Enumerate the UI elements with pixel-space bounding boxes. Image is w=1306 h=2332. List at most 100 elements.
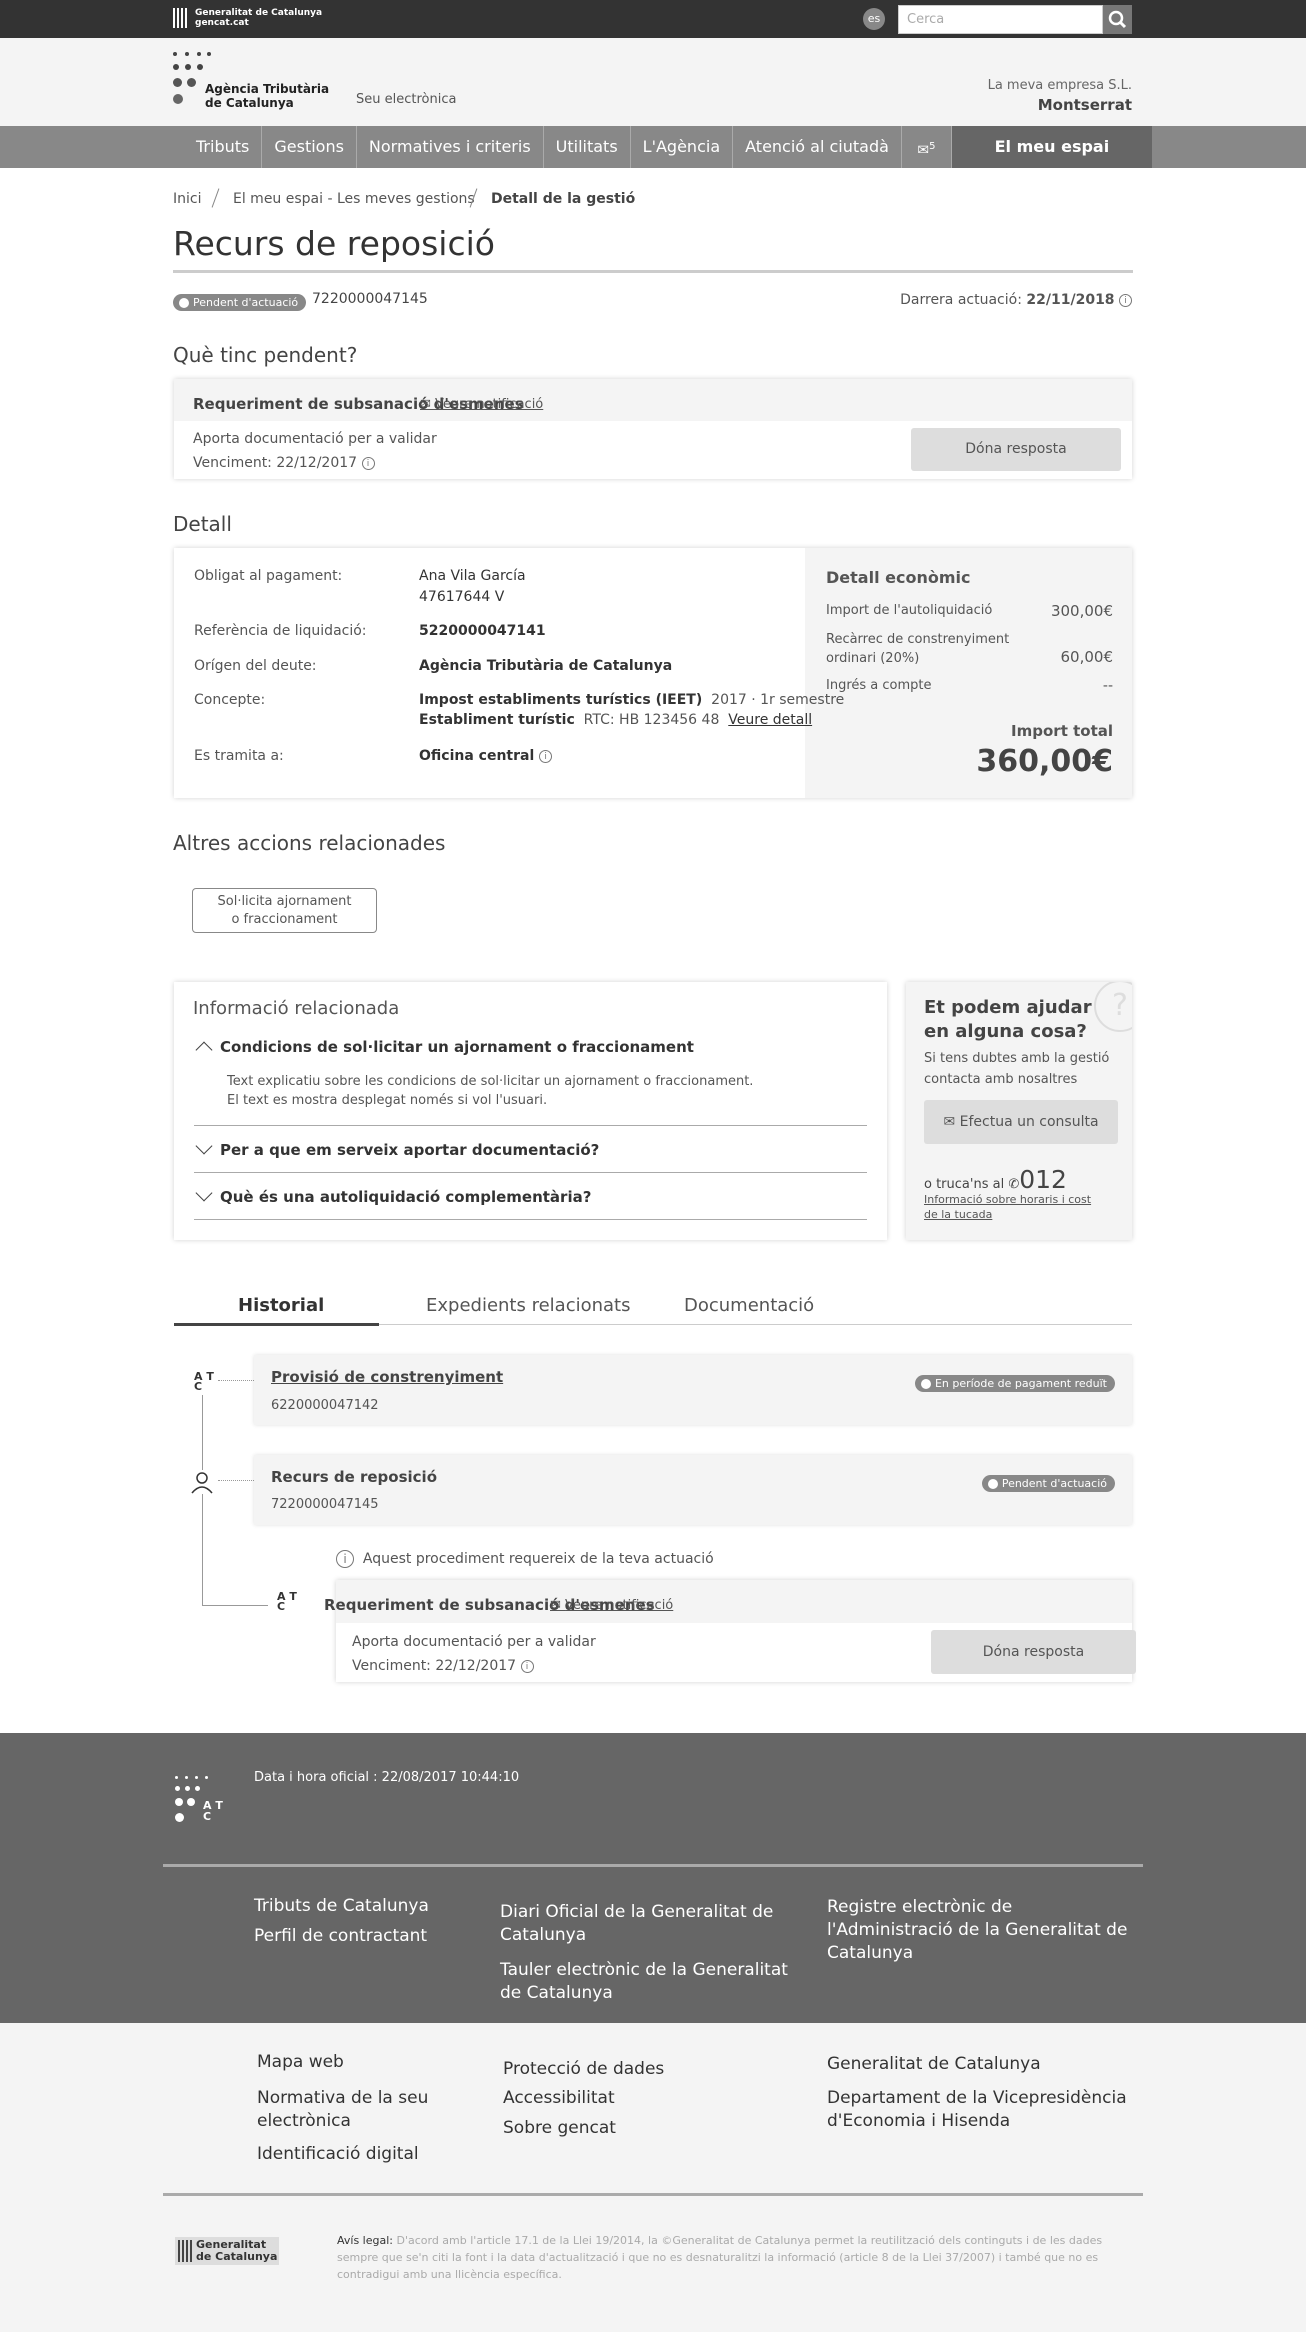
sub-card: Requeriment de subsanació d'esmenes ✉ Ve… — [324, 1580, 1136, 1682]
phone-icon: ✆ — [1008, 1177, 1020, 1192]
gencat-logo[interactable]: Generalitat de Catalunya gencat.cat — [173, 8, 322, 28]
detail-label: Es tramita a: — [194, 748, 284, 764]
accordion-item[interactable]: Per a que em serveix aportar documentaci… — [195, 1137, 599, 1159]
accordion-item[interactable]: Què és una autoliquidació complementària… — [195, 1184, 591, 1206]
econ-label: Recàrrec de constrenyiment ordinari (20%… — [826, 632, 1010, 666]
nav-utilitats[interactable]: Utilitats — [544, 126, 631, 168]
footer-link[interactable]: Protecció de dades — [503, 2058, 664, 2081]
econ-value: 60,00€ — [1060, 648, 1114, 666]
footer-secondary: Mapa web Normativa de la seu electrònica… — [0, 2023, 1306, 2332]
timeline-title: Recurs de reposició — [271, 1468, 437, 1486]
tab-documentacio[interactable]: Documentació — [684, 1295, 814, 1316]
footer-link[interactable]: Diari Oficial de la Generalitat de Catal… — [500, 1901, 800, 1947]
gencat-footer-logo[interactable]: Generalitat de Catalunya — [175, 2237, 279, 2265]
nav-agencia[interactable]: L'Agència — [631, 126, 734, 168]
timeline-card: Provisió de constrenyiment 6220000047142… — [254, 1355, 1132, 1425]
phone-number[interactable]: 012 — [1019, 1165, 1067, 1194]
footer-link[interactable]: Accessibilitat — [503, 2087, 615, 2110]
accordion-item-open[interactable]: Condicions de sol·licitar un ajornament … — [195, 1038, 694, 1059]
nav-gestions[interactable]: Gestions — [262, 126, 357, 168]
footer-link[interactable]: Registre electrònic de l'Administració d… — [827, 1896, 1137, 1965]
atc-icon: A TC — [194, 1370, 214, 1393]
gencat-bars-icon — [178, 2240, 192, 2262]
econ-value: 300,00€ — [1050, 602, 1113, 620]
view-notification-link[interactable]: ✉ Veure notificació — [550, 1598, 673, 1613]
footer-link[interactable]: Tributs de Catalunya — [254, 1895, 429, 1918]
info-icon[interactable]: i — [1119, 293, 1132, 307]
search-button[interactable] — [1103, 5, 1132, 34]
status-badge: Pendent d'actuació — [173, 291, 307, 311]
sub-desc: Aporta documentació per a validar — [352, 1634, 596, 1650]
total-label: Import total — [1011, 722, 1113, 740]
chevron-up-icon — [195, 1041, 213, 1059]
footer-link[interactable]: Perfil de contractant — [254, 1925, 427, 1948]
footer-link[interactable]: Identificació digital — [257, 2143, 419, 2166]
consult-button[interactable]: ✉ Efectua un consulta — [924, 1100, 1118, 1144]
footer-link[interactable]: Sobre gencat — [503, 2117, 616, 2140]
info-icon[interactable]: i — [361, 456, 375, 470]
detail-value: Ana Vila García — [419, 568, 526, 584]
tab-expedients[interactable]: Expedients relacionats — [426, 1295, 631, 1316]
el-meu-espai-button[interactable]: El meu espai — [951, 126, 1152, 168]
actions-heading: Altres accions relacionades — [173, 831, 446, 855]
pending-due: Venciment: 22/12/2017 i — [193, 455, 375, 471]
tab-historial[interactable]: Historial — [238, 1295, 324, 1316]
view-detail-link[interactable]: Veure detall — [728, 712, 812, 728]
request-deferral-button[interactable]: Sol·licita ajornament o fraccionament — [192, 888, 377, 933]
status-badge: Pendent d'actuació — [981, 1472, 1115, 1492]
breadcrumb-meu-espai[interactable]: El meu espai - Les meves gestions — [233, 191, 475, 207]
mail-icon: ✉ — [917, 142, 930, 159]
legal-notice: Avís legal: D'acord amb l'article 17.1 d… — [337, 2234, 1103, 2281]
footer-link[interactable]: Normativa de la seu electrònica — [257, 2087, 457, 2133]
breadcrumb-inici[interactable]: Inici — [173, 191, 201, 207]
pending-card: Requeriment de subsanació d'esmenes ✉ Ve… — [174, 379, 1132, 479]
seu-label: Seu electrònica — [356, 92, 457, 107]
call-text: o truca'ns al ✆012 — [924, 1165, 1067, 1194]
respond-button[interactable]: Dóna resposta — [931, 1630, 1136, 1674]
mail-count: 5 — [929, 141, 936, 152]
chevron-down-icon — [195, 1137, 213, 1155]
search-icon — [1108, 10, 1127, 29]
timeline-card: Recurs de reposició 7220000047145 Penden… — [254, 1455, 1132, 1525]
top-bar: Generalitat de Catalunya gencat.cat es Ce… — [0, 0, 1306, 38]
nav-tributs[interactable]: Tributs — [173, 126, 263, 168]
footer-link[interactable]: Departament de la Vicepresidència d'Econ… — [827, 2087, 1137, 2133]
info-icon[interactable]: i — [539, 749, 553, 763]
help-text: Si tens dubtes amb la gestió contacta amb… — [924, 1051, 1110, 1087]
schedule-link[interactable]: Informació sobre horaris i cost de la tuc… — [924, 1192, 1091, 1222]
search-input[interactable]: Cerca — [898, 5, 1103, 34]
atc-logo-icon[interactable] — [173, 52, 211, 108]
info-icon[interactable]: i — [520, 1659, 534, 1673]
footer-main: A TC Data i hora oficial : 22/08/2017 10… — [0, 1733, 1306, 2023]
language-switch[interactable]: es — [863, 8, 885, 30]
respond-button[interactable]: Dóna resposta — [911, 428, 1121, 471]
chevron-down-icon — [195, 1184, 213, 1202]
view-notification-link[interactable]: ✉ Veure notificació — [420, 397, 543, 412]
status-badge: En període de pagament reduït — [914, 1372, 1115, 1392]
nav-normatives[interactable]: Normatives i criteris — [357, 126, 544, 168]
mailbox-button[interactable]: ✉5 — [902, 126, 952, 168]
footer-link[interactable]: Tauler electrònic de la Generalitat de C… — [500, 1959, 810, 2005]
footer-link[interactable]: Mapa web — [257, 2051, 344, 2074]
site-header: Agència Tributària de Catalunya Seu elect… — [0, 38, 1306, 126]
timeline-title-link[interactable]: Provisió de constrenyiment — [271, 1368, 503, 1386]
related-info-card: Informació relacionada Condicions de sol… — [174, 982, 887, 1240]
nav-atencio[interactable]: Atenció al ciutadà — [733, 126, 902, 168]
mail-icon: ✉ — [550, 1598, 566, 1613]
user-name[interactable]: Montserrat — [1038, 96, 1132, 114]
atc-footer-logo-icon[interactable]: A TC — [175, 1776, 225, 1826]
detail-value: Establiment turístic RTC: HB 123456 48 V… — [419, 712, 813, 728]
footer-link[interactable]: Generalitat de Catalunya — [827, 2053, 1041, 2076]
timeline-ref: 6220000047142 — [271, 1398, 379, 1413]
help-title: Et podem ajudar en alguna cosa? — [924, 997, 1092, 1042]
detail-label: Concepte: — [194, 692, 266, 708]
page-title: Recurs de reposició — [173, 224, 495, 263]
detail-value: 47617644 V — [419, 589, 505, 605]
detail-value: Impost establiments turístics (IEET) 201… — [419, 692, 845, 708]
procedure-ref: 7220000047145 — [312, 291, 428, 307]
breadcrumb-current: Detall de la gestió — [491, 191, 636, 207]
gencat-line1: Generalitat de Catalunya — [195, 8, 323, 18]
detail-value: Oficina central i — [419, 748, 553, 764]
econ-value: -- — [1102, 678, 1113, 694]
mail-icon: ✉ — [943, 1114, 960, 1130]
